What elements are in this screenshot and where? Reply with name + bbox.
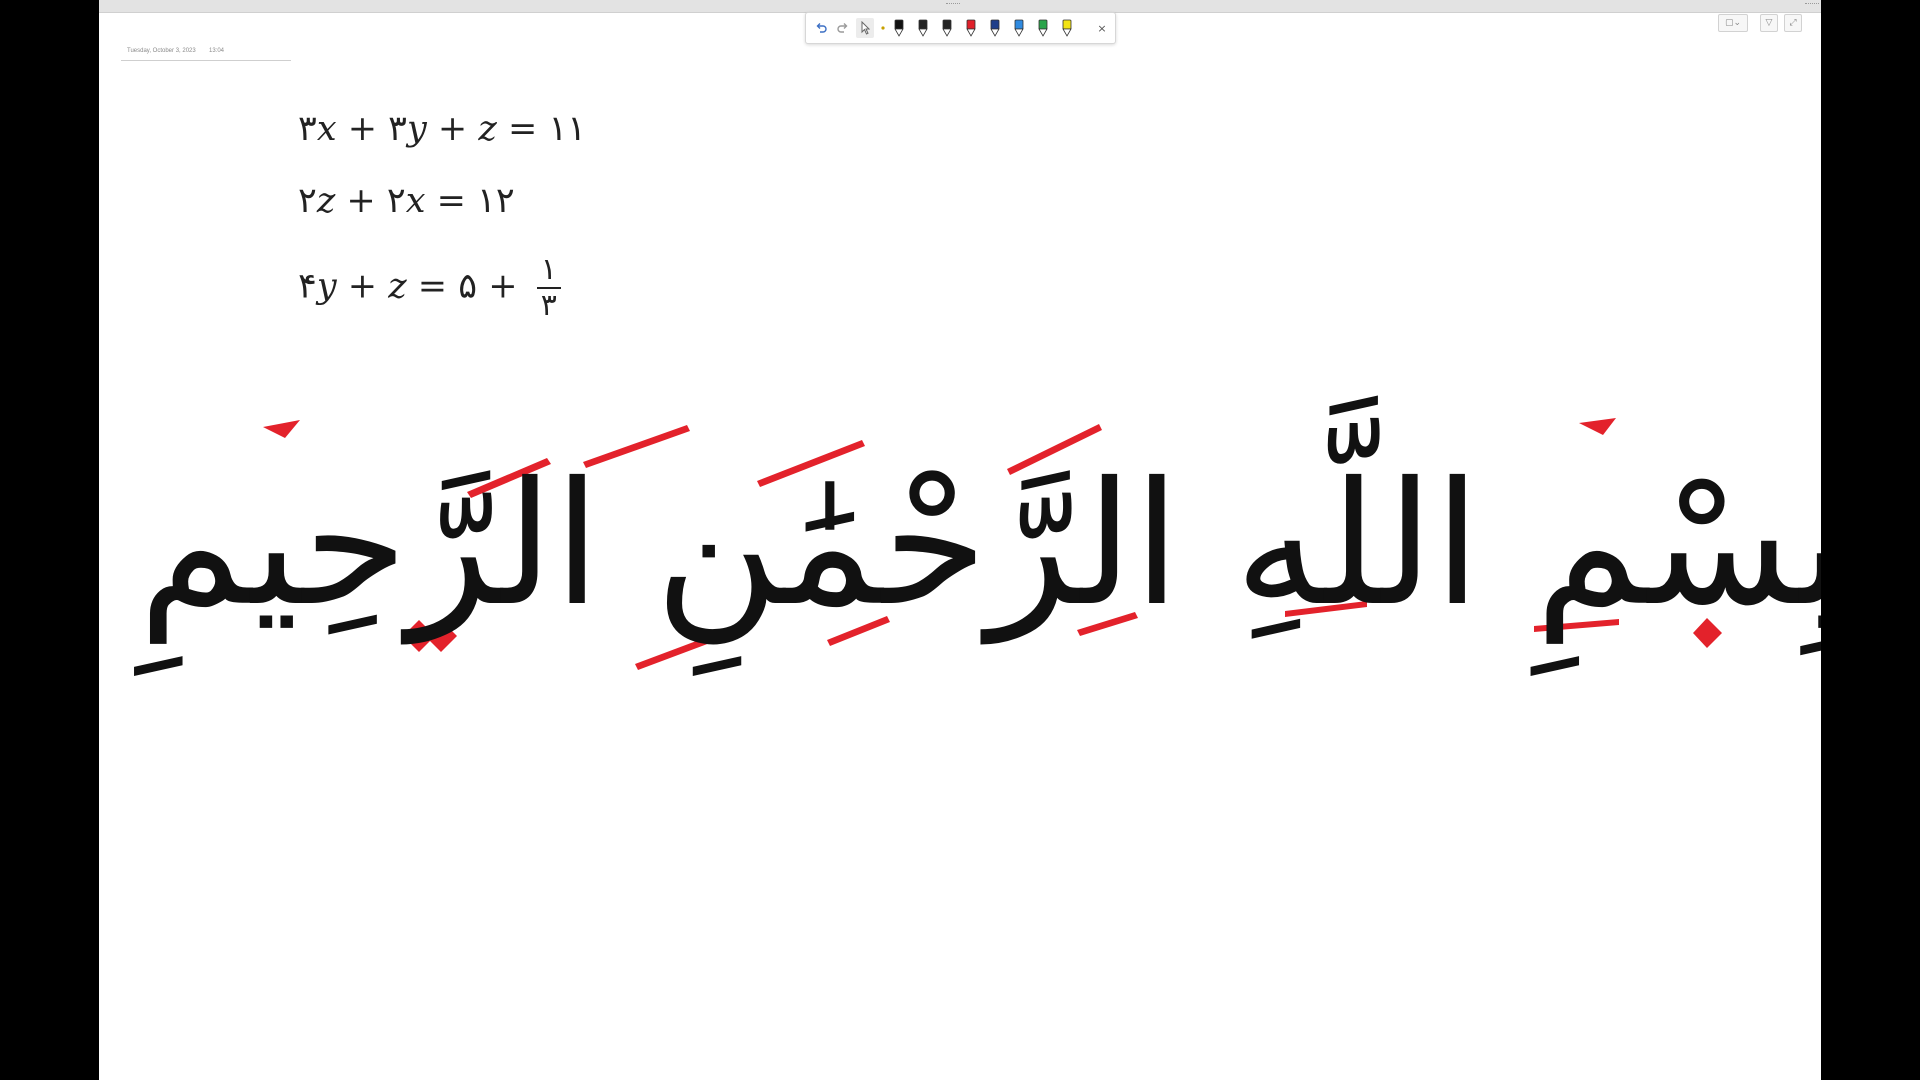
equation-3: ۴y + z = ۵ + ١ ٣: [298, 255, 561, 321]
green-pen-button[interactable]: [1036, 18, 1050, 38]
pen-size-dot[interactable]: [879, 18, 887, 38]
eq1-equals: =: [507, 109, 538, 149]
expand-button[interactable]: ⤢: [1784, 14, 1802, 32]
filter-button[interactable]: ▽: [1760, 14, 1778, 32]
eq2-rhs: ١٢: [477, 181, 515, 221]
note-date: Tuesday, October 3, 2023: [127, 48, 196, 54]
equation-1: ٣x + ٣y + z = ١١: [298, 109, 586, 149]
eq3-op-1: +: [347, 266, 378, 307]
black-pen-button[interactable]: [916, 18, 930, 38]
yellow-highlighter-button[interactable]: [1060, 18, 1074, 38]
eq2-coef-1: ٢: [298, 181, 317, 221]
dot-icon: [881, 26, 885, 30]
undo-icon: [816, 23, 827, 33]
yellow-highlighter-icon: [1062, 19, 1072, 37]
red-pen-button[interactable]: [964, 18, 978, 38]
black-pen-icon: [918, 19, 928, 37]
black-marker-button[interactable]: [892, 18, 906, 38]
eq3-denominator: ٣: [540, 288, 557, 323]
eq1-coef-2: ٣: [388, 109, 407, 149]
basmala-text: بِسْمِ اللَّهِ الرَّحْمَٰنِ الرَّحِيمِ: [138, 446, 1821, 644]
black-marker-icon: [894, 19, 904, 37]
eq1-var-2: y: [406, 109, 427, 149]
eq3-coef-1: ۴: [298, 266, 317, 307]
page-view-icon: ▢⌄: [1724, 18, 1742, 28]
close-grip-icon[interactable]: [1805, 3, 1819, 7]
expand-icon: ⤢: [1789, 18, 1797, 28]
close-icon: ×: [1097, 21, 1107, 35]
eq1-op-2: +: [437, 109, 468, 149]
drag-grip-icon[interactable]: [946, 3, 960, 7]
draw-toolbar: ×: [805, 12, 1116, 44]
blue-pen-icon: [1014, 19, 1024, 37]
equation-2: ٢z + ٢x = ١٢: [298, 181, 515, 221]
eq3-const: ۵: [458, 266, 478, 307]
dark-blue-pen-icon: [990, 19, 1000, 37]
eq3-fraction: ١ ٣: [536, 255, 561, 323]
close-toolbar-button[interactable]: ×: [1096, 18, 1108, 38]
eq3-var-1: y: [316, 266, 337, 307]
undo-button[interactable]: [814, 18, 828, 38]
note-date-header: Tuesday, October 3, 2023 13:04: [121, 44, 291, 61]
lasso-select-button[interactable]: [856, 18, 874, 38]
filter-icon: ▽: [1765, 18, 1773, 28]
eq1-op-1: +: [347, 109, 378, 149]
eq1-var-3: z: [478, 109, 497, 149]
eq2-coef-2: ٢: [386, 181, 406, 221]
redo-icon: [837, 23, 848, 33]
eq3-op-2: +: [488, 266, 518, 307]
basmala-calligraphy: بِسْمِ اللَّهِ الرَّحْمَٰنِ الرَّحِيمِ: [138, 380, 1821, 710]
black-pen-2-button[interactable]: [940, 18, 954, 38]
eq1-var-1: x: [316, 109, 337, 149]
eq3-numerator: ١: [536, 255, 561, 289]
blue-pen-button[interactable]: [1012, 18, 1026, 38]
lasso-select-icon: [861, 21, 870, 35]
eq2-op-1: +: [346, 181, 376, 221]
green-pen-icon: [1038, 19, 1048, 37]
eq1-rhs: ١١: [548, 109, 587, 149]
redo-button[interactable]: [836, 18, 850, 38]
eq2-equals: =: [436, 181, 466, 221]
eq2-var-2: x: [405, 181, 426, 221]
black-pen-2-icon: [942, 19, 952, 37]
eq1-coef-1: ٣: [298, 109, 317, 149]
dark-blue-pen-button[interactable]: [988, 18, 1002, 38]
page-view-button[interactable]: ▢⌄: [1718, 14, 1748, 32]
eq3-var-2: z: [388, 266, 407, 307]
note-page: Tuesday, October 3, 2023 13:04 × ▢⌄ ▽ ⤢ …: [99, 0, 1821, 1080]
eq2-var-1: z: [316, 181, 336, 221]
note-time: 13:04: [209, 48, 225, 54]
eq3-equals: =: [417, 266, 448, 307]
red-pen-icon: [966, 19, 976, 37]
